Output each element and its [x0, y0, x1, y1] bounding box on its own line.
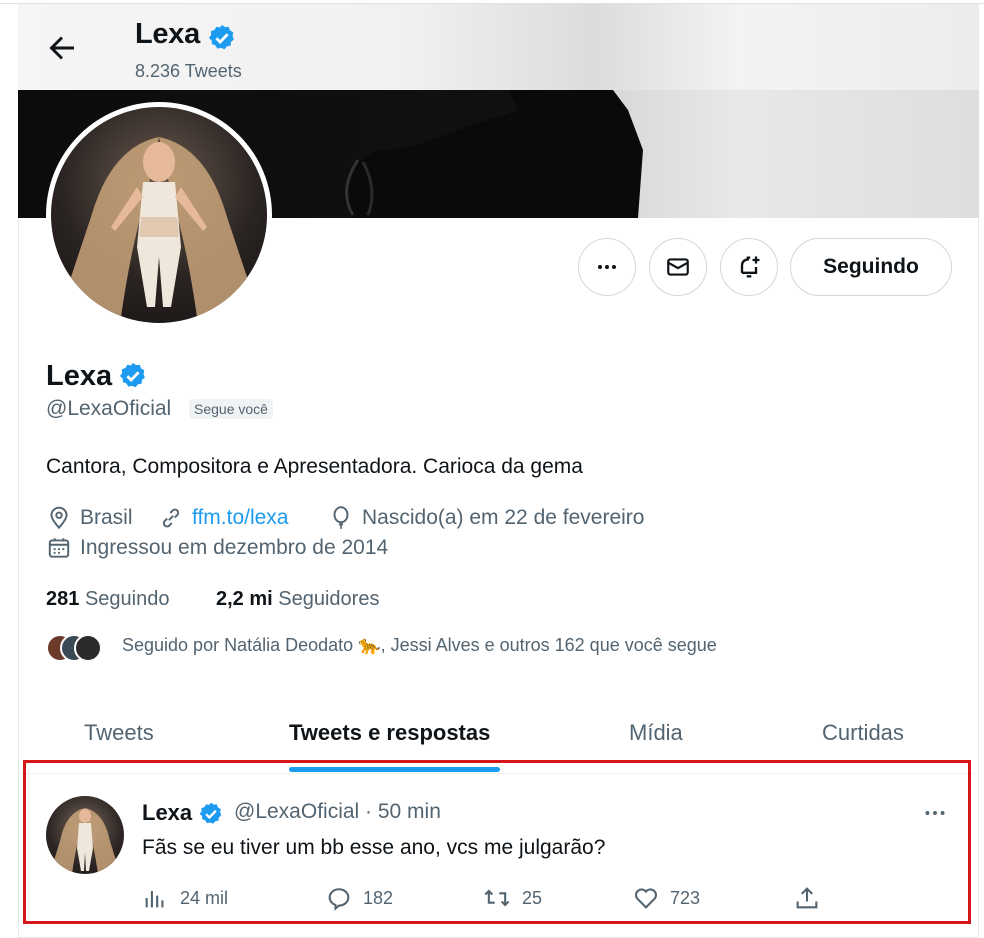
tab-likes[interactable]: Curtidas	[822, 720, 904, 746]
joined-text: Ingressou em dezembro de 2014	[80, 536, 389, 559]
bar-chart-icon	[145, 891, 164, 908]
share-button[interactable]	[793, 884, 831, 912]
like-count: 723	[670, 887, 701, 908]
location: Brasil	[46, 505, 133, 531]
header-name: Lexa	[135, 18, 200, 50]
followers-label: Seguidores	[278, 588, 380, 610]
following-count: 281	[46, 588, 80, 610]
following-label: Seguindo	[84, 588, 170, 610]
profile-name: Lexa	[46, 360, 113, 392]
link-icon	[162, 508, 180, 528]
like-button[interactable]: 723	[632, 884, 700, 912]
website-link[interactable]: ffm.to/lexa	[192, 506, 289, 530]
location-pin-icon	[50, 506, 68, 530]
profile-avatar[interactable]	[46, 102, 272, 328]
tab-tweets[interactable]: Tweets	[84, 720, 154, 746]
following-stat[interactable]: 281 Seguindo	[46, 588, 169, 611]
calendar-icon	[48, 538, 70, 558]
profile-bio: Cantora, Compositora e Apresentadora. Ca…	[46, 455, 583, 478]
tweet-count: 8.236 Tweets	[135, 61, 242, 81]
avatar	[74, 634, 102, 662]
more-options-button[interactable]	[578, 238, 636, 296]
views-count: 24 mil	[180, 887, 229, 908]
location-text: Brasil	[80, 506, 133, 529]
retweet-icon	[484, 889, 510, 907]
tweet-more-button[interactable]	[922, 800, 948, 832]
arrow-left-icon	[49, 36, 74, 60]
verified-icon	[118, 361, 148, 396]
website[interactable]: ffm.to/lexa	[158, 505, 289, 531]
birthday: Nascido(a) em 22 de fevereiro	[328, 505, 644, 531]
retweet-count: 25	[522, 887, 543, 908]
reply-icon	[328, 888, 350, 911]
followers-stat[interactable]: 2,2 mi Seguidores	[216, 588, 379, 611]
tweet-avatar[interactable]	[46, 796, 124, 874]
reply-button[interactable]: 182	[325, 884, 393, 912]
reply-count: 182	[363, 887, 394, 908]
balloon-icon	[333, 506, 349, 529]
known-followers-avatars[interactable]	[46, 632, 102, 664]
verified-icon	[207, 23, 237, 58]
back-button[interactable]	[44, 30, 80, 66]
verified-icon	[198, 801, 224, 832]
views-button[interactable]: 24 mil	[142, 884, 228, 912]
follows-you-badge: Segue você	[189, 399, 273, 419]
birthday-text: Nascido(a) em 22 de fevereiro	[362, 506, 645, 529]
tweet-handle-time[interactable]: @LexaOficial · 50 min	[234, 800, 441, 824]
tweet-author-name[interactable]: Lexa	[142, 800, 192, 826]
more-dots-icon	[598, 265, 616, 269]
tab-tweets-replies[interactable]: Tweets e respostas	[289, 720, 490, 746]
followers-count: 2,2 mi	[216, 588, 273, 610]
profile-handle: @LexaOficial	[46, 397, 172, 420]
bell-plus-icon	[740, 256, 760, 278]
notifications-button[interactable]	[720, 238, 778, 296]
followed-by-text[interactable]: Seguido por Natália Deodato 🐆, Jessi Alv…	[122, 635, 717, 656]
more-dots-icon	[925, 811, 945, 815]
share-icon	[796, 887, 818, 909]
heart-icon	[634, 888, 658, 909]
tweet-text: Fãs se eu tiver um bb esse ano, vcs me j…	[142, 836, 606, 859]
envelope-icon	[667, 258, 689, 276]
joined-date: Ingressou em dezembro de 2014	[46, 535, 388, 561]
following-button[interactable]: Seguindo	[790, 238, 952, 296]
retweet-button[interactable]: 25	[482, 884, 542, 912]
tab-media[interactable]: Mídia	[629, 720, 683, 746]
message-button[interactable]	[649, 238, 707, 296]
